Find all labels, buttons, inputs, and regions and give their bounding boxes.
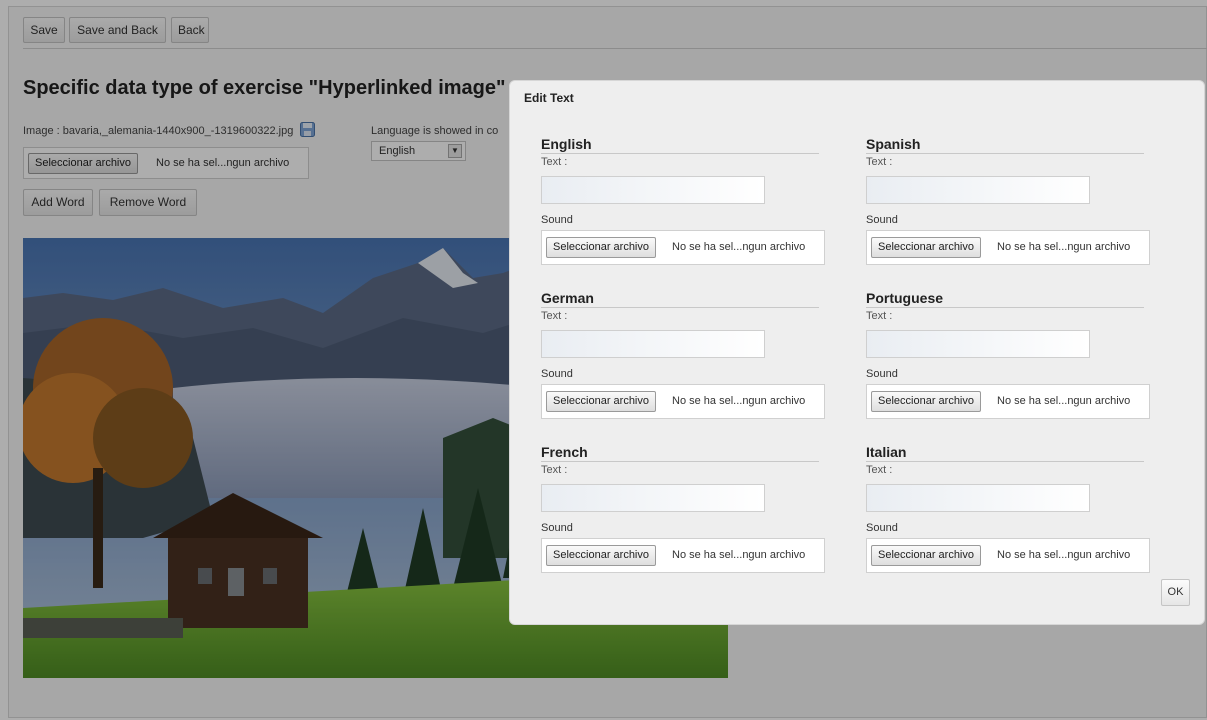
spanish-text-input[interactable] (866, 176, 1090, 204)
text-label: Text : (541, 310, 568, 322)
file-select-button[interactable]: Seleccionar archivo (871, 237, 981, 258)
english-text-input[interactable] (541, 176, 765, 204)
language-name: Portuguese (866, 290, 944, 306)
portuguese-text-input[interactable] (866, 330, 1090, 358)
text-label: Text : (866, 156, 893, 168)
language-name: German (541, 290, 594, 306)
file-select-button[interactable]: Seleccionar archivo (546, 237, 656, 258)
language-block-portuguese: Portuguese Text : Sound Seleccionar arch… (866, 290, 1150, 430)
language-name: English (541, 136, 592, 152)
file-select-button[interactable]: Seleccionar archivo (871, 391, 981, 412)
italian-sound-file-picker[interactable]: Seleccionar archivo No se ha sel...ngun … (866, 538, 1150, 573)
language-divider (541, 461, 819, 462)
spanish-sound-file-picker[interactable]: Seleccionar archivo No se ha sel...ngun … (866, 230, 1150, 265)
language-block-english: English Text : Sound Seleccionar archivo… (541, 136, 825, 276)
language-name: Italian (866, 444, 907, 460)
file-status: No se ha sel...ngun archivo (997, 241, 1131, 253)
file-status: No se ha sel...ngun archivo (672, 241, 806, 253)
language-block-italian: Italian Text : Sound Seleccionar archivo… (866, 444, 1150, 584)
french-text-input[interactable] (541, 484, 765, 512)
sound-label: Sound (866, 368, 898, 380)
sound-label: Sound (541, 368, 573, 380)
french-sound-file-picker[interactable]: Seleccionar archivo No se ha sel...ngun … (541, 538, 825, 573)
file-status: No se ha sel...ngun archivo (997, 395, 1131, 407)
file-status: No se ha sel...ngun archivo (672, 395, 806, 407)
file-status: No se ha sel...ngun archivo (672, 549, 806, 561)
sound-label: Sound (866, 522, 898, 534)
sound-label: Sound (866, 214, 898, 226)
english-sound-file-picker[interactable]: Seleccionar archivo No se ha sel...ngun … (541, 230, 825, 265)
language-divider (866, 461, 1144, 462)
portuguese-sound-file-picker[interactable]: Seleccionar archivo No se ha sel...ngun … (866, 384, 1150, 419)
ok-button[interactable]: OK (1161, 579, 1190, 606)
language-divider (866, 153, 1144, 154)
edit-text-dialog: Edit Text English Text : Sound Seleccion… (509, 80, 1205, 625)
text-label: Text : (541, 464, 568, 476)
language-divider (866, 307, 1144, 308)
language-name: French (541, 444, 588, 460)
sound-label: Sound (541, 522, 573, 534)
language-divider (541, 307, 819, 308)
german-text-input[interactable] (541, 330, 765, 358)
file-select-button[interactable]: Seleccionar archivo (546, 391, 656, 412)
file-select-button[interactable]: Seleccionar archivo (871, 545, 981, 566)
language-name: Spanish (866, 136, 921, 152)
text-label: Text : (866, 310, 893, 322)
italian-text-input[interactable] (866, 484, 1090, 512)
text-label: Text : (541, 156, 568, 168)
file-select-button[interactable]: Seleccionar archivo (546, 545, 656, 566)
text-label: Text : (866, 464, 893, 476)
language-block-german: German Text : Sound Seleccionar archivo … (541, 290, 825, 430)
dialog-title: Edit Text (524, 91, 574, 105)
file-status: No se ha sel...ngun archivo (997, 549, 1131, 561)
language-divider (541, 153, 819, 154)
sound-label: Sound (541, 214, 573, 226)
language-block-spanish: Spanish Text : Sound Seleccionar archivo… (866, 136, 1150, 276)
language-block-french: French Text : Sound Seleccionar archivo … (541, 444, 825, 584)
german-sound-file-picker[interactable]: Seleccionar archivo No se ha sel...ngun … (541, 384, 825, 419)
